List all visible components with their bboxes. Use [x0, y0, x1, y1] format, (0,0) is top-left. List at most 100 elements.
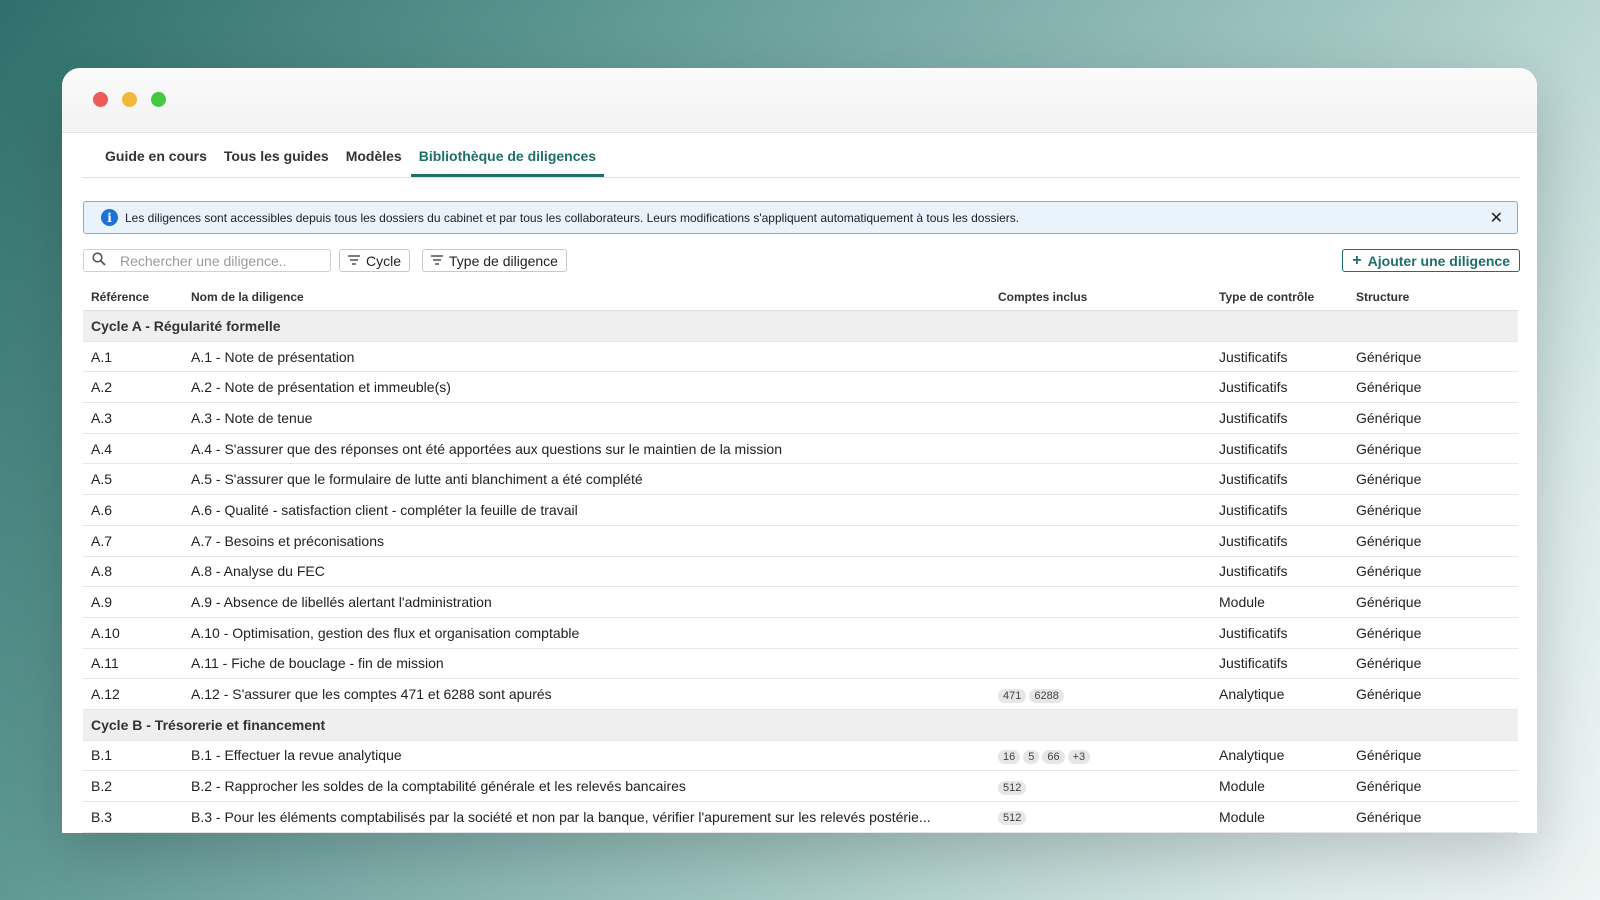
diligence-name-cell: B.2 - Rapprocher les soldes de la compta…	[183, 770, 990, 802]
table-row[interactable]: B.3 B.3 - Pour les éléments comptabilisés…	[83, 801, 1518, 833]
control-type-cell: Justificatifs	[1211, 463, 1348, 496]
control-type-cell: Justificatifs	[1211, 371, 1348, 404]
cycle-group-row[interactable]: Cycle B - Trésorerie et financement	[83, 709, 1518, 741]
structure-cell: Générique	[1348, 801, 1518, 833]
column-header-name[interactable]: Nom de la diligence	[183, 283, 990, 311]
table-row[interactable]: A.12 A.12 - S'assurer que les comptes 471…	[83, 678, 1518, 710]
structure-cell: Générique	[1348, 402, 1518, 434]
filter-cycle-label: Cycle	[366, 252, 402, 269]
control-type-cell: Justificatifs	[1211, 494, 1348, 526]
control-type-cell: Module	[1211, 801, 1348, 833]
diligence-table: Référence Nom de la diligence Comptes in…	[83, 283, 1518, 833]
control-type-cell: Justificatifs	[1211, 617, 1348, 649]
accounts-cell: 471 6288	[990, 678, 1211, 710]
add-diligence-label: Ajouter une diligence	[1367, 252, 1510, 269]
control-type-cell: Module	[1211, 586, 1348, 618]
maximize-window-button[interactable]	[151, 92, 166, 107]
table-row[interactable]: B.2 B.2 - Rapprocher les soldes de la com…	[83, 770, 1518, 802]
filter-icon	[348, 254, 360, 268]
table-row[interactable]: A.6 A.6 - Qualité - satisfaction client -…	[83, 494, 1518, 526]
table-header-row: Référence Nom de la diligence Comptes in…	[83, 283, 1518, 311]
accounts-cell	[990, 586, 1211, 618]
diligence-name-cell: A.11 - Fiche de bouclage - fin de missio…	[183, 648, 990, 680]
control-type-cell: Justificatifs	[1211, 525, 1348, 557]
structure-cell: Générique	[1348, 494, 1518, 526]
search-box	[83, 249, 331, 272]
accounts-cell: 512	[990, 801, 1211, 833]
tab-bibliotheque-de-diligences[interactable]: Bibliothèque de diligences	[410, 148, 605, 177]
diligence-name-cell: A.7 - Besoins et préconisations	[183, 525, 990, 557]
cycle-group-title: Cycle B - Trésorerie et financement	[83, 709, 1518, 741]
diligence-name-cell: B.3 - Pour les éléments comptabilisés pa…	[183, 801, 990, 833]
tab-bar: Guide en cours Tous les guides Modèles B…	[82, 133, 1520, 178]
structure-cell: Générique	[1348, 740, 1518, 772]
filter-type-button[interactable]: Type de diligence	[422, 249, 567, 272]
diligence-name-cell: A.2 - Note de présentation et immeuble(s…	[183, 371, 990, 404]
diligence-name-cell: B.1 - Effectuer la revue analytique	[183, 740, 990, 772]
filter-cycle-button[interactable]: Cycle	[339, 249, 411, 272]
accounts-cell	[990, 341, 1211, 373]
reference-cell: A.8	[83, 556, 183, 588]
table-row[interactable]: A.5 A.5 - S'assurer que le formulaire de …	[83, 463, 1518, 496]
diligence-name-cell: A.6 - Qualité - satisfaction client - co…	[183, 494, 990, 526]
tab-modeles[interactable]: Modèles	[338, 148, 410, 177]
column-header-accounts[interactable]: Comptes inclus	[990, 283, 1211, 311]
accounts-cell	[990, 402, 1211, 434]
plus-icon: +	[1352, 251, 1362, 269]
info-banner: i Les diligences sont accessibles depuis…	[83, 201, 1518, 234]
tab-tous-les-guides[interactable]: Tous les guides	[216, 148, 337, 177]
accounts-cell	[990, 648, 1211, 680]
add-diligence-button[interactable]: + Ajouter une diligence	[1342, 249, 1520, 272]
table-row[interactable]: A.4 A.4 - S'assurer que des réponses ont …	[83, 433, 1518, 465]
close-window-button[interactable]	[93, 92, 108, 107]
table-row[interactable]: A.8 A.8 - Analyse du FEC Justificatifs Géné…	[83, 556, 1518, 588]
accounts-cell	[990, 617, 1211, 649]
cycle-group-row[interactable]: Cycle A - Régularité formelle	[83, 310, 1518, 342]
account-chip: 6288	[1029, 688, 1064, 703]
reference-cell: A.1	[83, 341, 183, 373]
table-row[interactable]: A.11 A.11 - Fiche de bouclage - fin de mi…	[83, 648, 1518, 680]
control-type-cell: Justificatifs	[1211, 433, 1348, 465]
reference-cell: A.6	[83, 494, 183, 526]
structure-cell: Générique	[1348, 770, 1518, 802]
table-row[interactable]: A.2 A.2 - Note de présentation et immeubl…	[83, 371, 1518, 404]
accounts-cell: 16 5 66 +3	[990, 740, 1211, 772]
diligence-name-cell: A.8 - Analyse du FEC	[183, 556, 990, 588]
table-row[interactable]: A.10 A.10 - Optimisation, gestion des flu…	[83, 617, 1518, 649]
column-header-reference[interactable]: Référence	[83, 283, 183, 311]
table-row[interactable]: A.3 A.3 - Note de tenue Justificatifs Génér…	[83, 402, 1518, 434]
accounts-cell: 512	[990, 770, 1211, 802]
diligence-name-cell: A.12 - S'assurer que les comptes 471 et …	[183, 678, 990, 710]
minimize-window-button[interactable]	[122, 92, 137, 107]
column-header-structure[interactable]: Structure	[1348, 283, 1518, 311]
account-chip: 512	[998, 780, 1027, 795]
title-bar	[62, 68, 1537, 133]
app-window: Guide en cours Tous les guides Modèles B…	[62, 68, 1537, 833]
table-row[interactable]: A.7 A.7 - Besoins et préconisations Justif…	[83, 525, 1518, 557]
reference-cell: B.2	[83, 770, 183, 802]
account-chip: 5	[1023, 749, 1040, 764]
accounts-cell	[990, 525, 1211, 557]
accounts-cell	[990, 371, 1211, 404]
table-row[interactable]: B.1 B.1 - Effectuer la revue analytique 16…	[83, 740, 1518, 772]
reference-cell: A.2	[83, 371, 183, 404]
search-input[interactable]	[118, 251, 322, 270]
cycle-group-title: Cycle A - Régularité formelle	[83, 310, 1518, 342]
structure-cell: Générique	[1348, 341, 1518, 373]
table-row[interactable]: A.1 A.1 - Note de présentation Justificati…	[83, 341, 1518, 373]
table-row[interactable]: A.9 A.9 - Absence de libellés alertant l'…	[83, 586, 1518, 618]
close-icon[interactable]: ✕	[1490, 208, 1503, 228]
column-header-control-type[interactable]: Type de contrôle	[1211, 283, 1348, 311]
control-type-cell: Justificatifs	[1211, 341, 1348, 373]
info-icon: i	[101, 209, 118, 226]
diligence-name-cell: A.9 - Absence de libellés alertant l'adm…	[183, 586, 990, 618]
diligence-name-cell: A.5 - S'assurer que le formulaire de lut…	[183, 463, 990, 496]
diligence-name-cell: A.1 - Note de présentation	[183, 341, 990, 373]
tab-guide-en-cours[interactable]: Guide en cours	[97, 148, 215, 177]
account-chip: 16	[998, 749, 1021, 764]
account-chip: 471	[998, 688, 1027, 703]
account-chip: +3	[1067, 749, 1091, 764]
control-type-cell: Analytique	[1211, 740, 1348, 772]
info-banner-message: Les diligences sont accessibles depuis t…	[125, 210, 1020, 225]
structure-cell: Générique	[1348, 525, 1518, 557]
